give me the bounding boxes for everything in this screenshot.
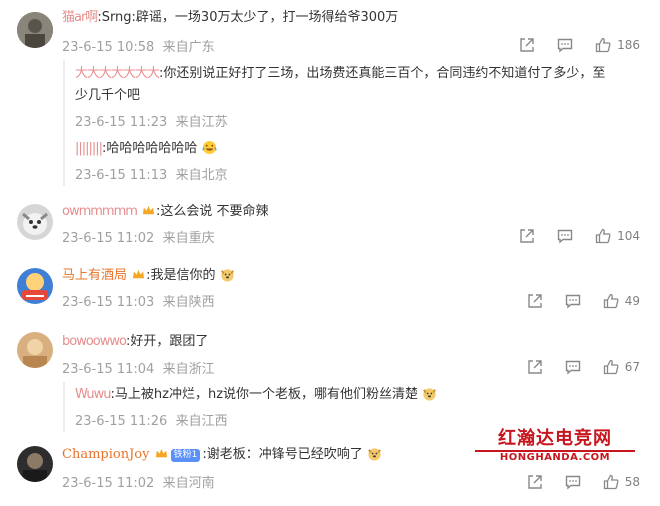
- username[interactable]: owmmmmm: [62, 204, 138, 219]
- share-button[interactable]: [527, 359, 543, 375]
- comment-text: :这么会说 不要命辣: [156, 204, 269, 219]
- reply-text: :马上被hz冲烂，hz说你一个老板，哪有他们粉丝清楚: [110, 387, 419, 402]
- reply-text: :你还别说正好打了三场，出场费还真能三百个，合同违约不知道付了多少，至: [159, 66, 606, 81]
- reply-text-cont: 少几千个吧: [75, 88, 141, 103]
- reply-username[interactable]: Wuwu: [75, 387, 112, 402]
- comment-location: 来自广东: [162, 40, 215, 55]
- reply-username[interactable]: 大大大大大大大: [75, 66, 160, 81]
- comment-location: 来自重庆: [162, 231, 215, 246]
- comment-time: 23-6-15 11:03: [62, 295, 155, 310]
- share-button[interactable]: [527, 293, 543, 309]
- reply-time: 23-6-15 11:26: [75, 414, 168, 429]
- share-icon: [528, 360, 542, 374]
- comment-location: 来自浙江: [162, 362, 215, 377]
- share-button[interactable]: [519, 37, 535, 53]
- comment-icon: [557, 229, 573, 244]
- comment-time: 23-6-15 10:58: [62, 40, 155, 55]
- like-button[interactable]: 67: [603, 359, 640, 375]
- reply-text: :哈哈哈哈哈哈哈: [102, 141, 198, 156]
- comment-text: :好开，跟团了: [125, 334, 209, 349]
- share-icon: [528, 475, 542, 489]
- reply-time: 23-6-15 11:13: [75, 168, 168, 183]
- like-icon: [595, 228, 611, 244]
- comment-time: 23-6-15 11:02: [62, 231, 155, 246]
- comment-button[interactable]: [565, 474, 581, 490]
- like-count: 58: [624, 475, 640, 489]
- reply-username[interactable]: ||||||||: [75, 141, 103, 156]
- comment-button[interactable]: [565, 359, 581, 375]
- like-icon: [603, 293, 619, 309]
- reply-list: 大大大大大大大:你还别说正好打了三场，出场费还真能三百个，合同违约不知道付了多少…: [63, 60, 645, 186]
- doge-emoji-icon: [423, 388, 437, 401]
- comment-text: :Srng:辟谣，一场30万太少了，打一场得给爷300万: [97, 10, 399, 25]
- like-icon: [603, 359, 619, 375]
- comment-text: :谢老板：冲锋号已经吹响了: [202, 447, 363, 462]
- share-button[interactable]: [527, 474, 543, 490]
- reply-location: 来自江苏: [175, 115, 228, 130]
- watermark-cn: 红瀚达电竞网: [498, 428, 612, 449]
- reply-location: 来自江西: [175, 414, 228, 429]
- watermark: 红瀚达电竞网 HONGHANDA.COM: [470, 424, 640, 463]
- comment-location: 来自陕西: [162, 295, 215, 310]
- doge-emoji-icon: [367, 448, 381, 461]
- comment-button[interactable]: [557, 37, 573, 53]
- comment-icon: [565, 475, 580, 490]
- avatar[interactable]: [17, 268, 53, 304]
- like-count: 186: [617, 38, 640, 52]
- comment-time: 23-6-15 11:02: [62, 476, 155, 491]
- comment-icon: [557, 38, 573, 53]
- reply-location: 来自北京: [175, 168, 228, 183]
- avatar[interactable]: [17, 204, 53, 240]
- like-count: 49: [624, 294, 640, 308]
- comment-text: :我是信你的: [146, 268, 216, 283]
- avatar[interactable]: [17, 332, 53, 368]
- username[interactable]: ChampionJoy: [62, 447, 149, 462]
- like-icon: [595, 37, 611, 53]
- comment-location: 来自河南: [162, 476, 215, 491]
- username[interactable]: 马上有酒局: [62, 268, 127, 283]
- comment-button[interactable]: [565, 293, 581, 309]
- share-icon: [520, 229, 534, 243]
- like-button[interactable]: 49: [603, 293, 640, 309]
- comment-icon: [565, 294, 580, 309]
- share-icon: [528, 294, 542, 308]
- comment-icon: [565, 360, 580, 375]
- laugh-cry-emoji-icon: [201, 140, 217, 155]
- share-icon: [520, 38, 534, 52]
- fan-badge: 铁粉1: [170, 449, 201, 462]
- comment-time: 23-6-15 11:04: [62, 362, 155, 377]
- crown-badge-icon: [133, 269, 145, 279]
- avatar[interactable]: [17, 12, 53, 48]
- crown-badge-icon: [142, 205, 155, 215]
- username[interactable]: 猫ar啊: [62, 10, 98, 25]
- like-count: 104: [617, 229, 640, 243]
- username[interactable]: bowoowwo: [62, 334, 127, 349]
- avatar[interactable]: [17, 446, 53, 482]
- like-icon: [603, 474, 619, 490]
- like-button[interactable]: 58: [603, 474, 640, 490]
- like-count: 67: [624, 360, 640, 374]
- share-button[interactable]: [519, 228, 535, 244]
- crown-badge-icon: [155, 448, 167, 458]
- like-button[interactable]: 186: [595, 37, 640, 53]
- comment-button[interactable]: [557, 228, 573, 244]
- watermark-en: HONGHANDA.COM: [499, 452, 611, 463]
- doge-emoji-icon: [220, 269, 234, 282]
- reply-time: 23-6-15 11:23: [75, 115, 168, 130]
- like-button[interactable]: 104: [595, 228, 640, 244]
